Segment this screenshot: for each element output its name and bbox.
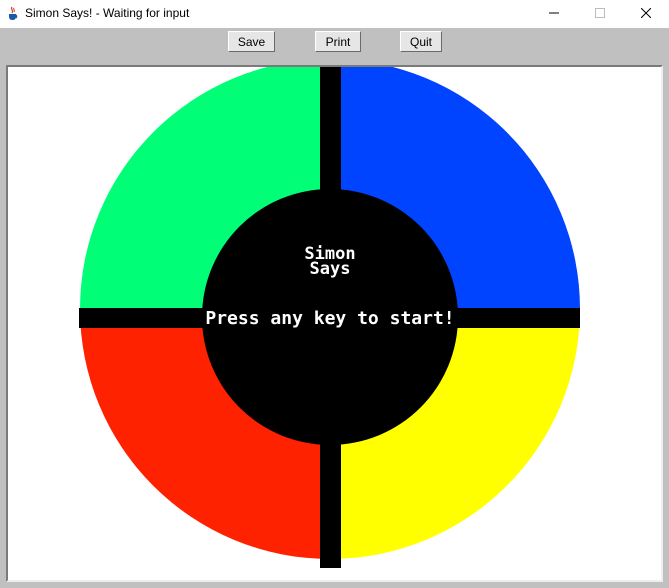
quit-button[interactable]: Quit — [400, 31, 442, 52]
simon-board: Simon Says Press any key to start! — [79, 59, 580, 568]
print-button[interactable]: Print — [315, 31, 361, 52]
title-bar[interactable]: Simon Says! - Waiting for input — [0, 0, 669, 28]
close-icon — [640, 5, 652, 23]
save-button[interactable]: Save — [228, 31, 275, 52]
game-title-line2: Says — [310, 259, 351, 279]
game-canvas[interactable]: Simon Says Press any key to start! — [6, 59, 663, 582]
maximize-icon — [595, 5, 605, 23]
close-button[interactable] — [623, 0, 669, 28]
maximize-button[interactable] — [577, 0, 623, 28]
window-title: Simon Says! - Waiting for input — [25, 6, 190, 20]
toolbar: Save Print Quit — [0, 28, 669, 62]
java-cup-icon — [5, 5, 21, 21]
app-window: Simon Says! - Waiting for input Save Pri… — [0, 0, 669, 588]
minimize-icon — [549, 5, 559, 23]
minimize-button[interactable] — [531, 0, 577, 28]
start-prompt: Press any key to start! — [205, 308, 454, 329]
window-bottom-border — [0, 582, 669, 588]
